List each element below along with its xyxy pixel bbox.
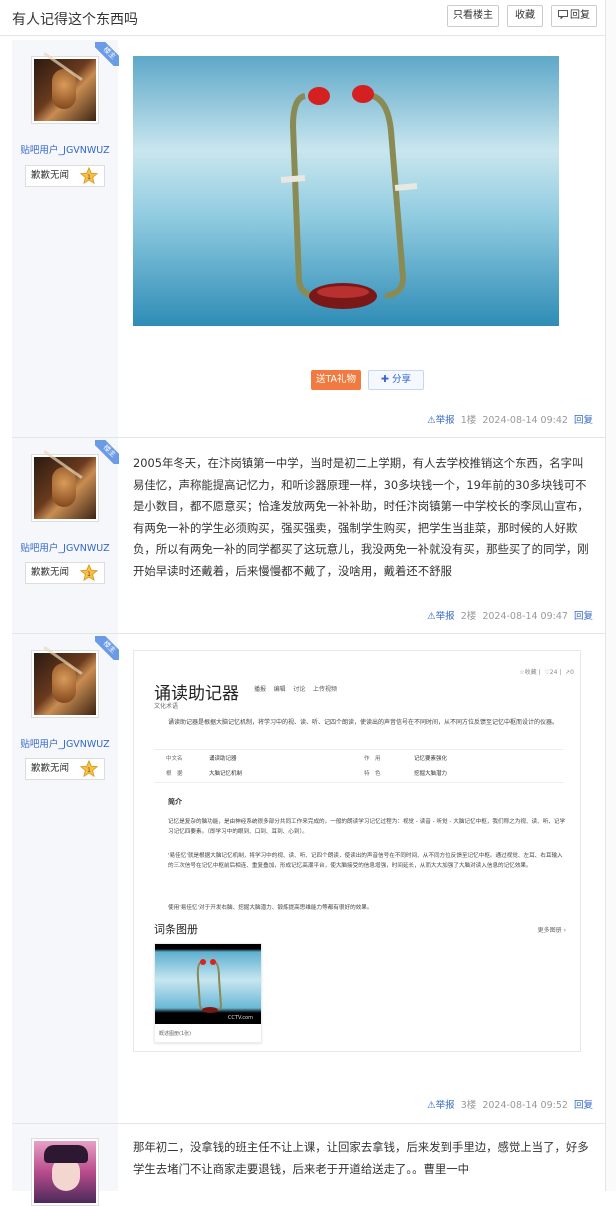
thread-header: 有人记得这个东西吗 只看楼主 收藏 回复 [0,0,616,36]
floor-number: 1楼 [460,415,477,426]
baike-para-2: '易佳忆'就是根据大脑记忆机制，将学习中的视、读、听、记四个朗读，使读出的声音信… [168,853,563,869]
level-name: 歉歉无闻 [31,763,70,774]
post-time: 2024-08-14 09:52 [482,1100,568,1111]
svg-text:1: 1 [87,767,91,774]
star-icon: 1 [80,167,98,185]
share-button[interactable]: ✚ 分享 [368,370,424,390]
level-badge[interactable]: 歉歉无闻 1 [25,165,105,187]
avatar[interactable] [31,650,99,718]
warning-icon: ⚠ [427,611,436,622]
post-floor-3: 楼主 贴吧用户_JGVNWUZ 歉歉无闻 1 诵读助记器 播报 编辑 讨论 上传… [12,634,605,1124]
baike-para-3: 使用'易佳忆'对于开发右脑、挖掘大脑潜力、锻炼提高思维能力等都有很好的效果。 [168,905,373,911]
level-name: 歉歉无闻 [31,170,70,181]
post-footer: ⚠举报 3楼 2024-08-14 09:52 回复 [427,1097,593,1111]
star-icon: 1 [80,760,98,778]
level-badge[interactable]: 歉歉无闻 1 [25,562,105,584]
post-text: 那年初二，没拿钱的班主任不让上课，让回家去拿钱，后来发到手里边，感觉上当了，好多… [133,1140,589,1176]
post-floor-1: 楼主 贴吧用户_JGVNWUZ 歉歉无闻 1 送TA礼物 ✚ 分享 ⚠举报 1楼… [12,40,605,438]
report-link[interactable]: ⚠举报 [427,611,455,622]
warning-icon: ⚠ [427,1100,436,1111]
star-icon: 1 [80,564,98,582]
plus-icon: ✚ [381,374,389,385]
svg-text:CCTV.com: CCTV.com [228,1015,253,1021]
reply-link[interactable]: 回复 [574,611,593,622]
svg-text:1: 1 [87,571,91,578]
baike-album-card[interactable]: CCTV.com 概述图册(1张) [154,943,262,1043]
share-label: 分享 [391,374,411,385]
level-badge[interactable]: 歉歉无闻 1 [25,758,105,780]
album-thumbnail: CCTV.com [155,944,261,1024]
baike-summary: 诵读助记器是根据大脑记忆机制，将学习中的视、读、听、记四个朗读，使读出的声音信号… [168,719,559,726]
level-name: 歉歉无闻 [31,567,70,578]
author-name[interactable]: 贴吧用户_JGVNWUZ [12,736,118,750]
post-floor-4: 那年初二，没拿钱的班主任不让上课，让回家去拿钱，后来发到手里边，感觉上当了，好多… [12,1124,605,1206]
collect-button[interactable]: 收藏 [507,5,543,27]
stethoscope-image [133,56,559,326]
svg-text:1: 1 [87,174,91,181]
action-broadcast[interactable]: 播报 [254,686,266,693]
post-image-baike-screenshot[interactable]: 诵读助记器 播报 编辑 讨论 上传视频 ☆收藏 | ♡24 | ↗0 文化术语 … [133,650,581,1052]
post-image-stethoscope[interactable] [133,56,559,326]
baike-para-1: 记忆是复杂的脑功能，是由神经系统很多部分共同工作来完成的。一般的朗读学习记忆过程… [168,819,566,835]
reply-button-label: 回复 [570,10,590,21]
warning-icon: ⚠ [427,415,436,426]
only-op-button[interactable]: 只看楼主 [447,5,499,27]
baike-album-title: 词条图册 [154,923,198,936]
reply-link[interactable]: 回复 [574,1100,593,1111]
avatar[interactable] [31,454,99,522]
post-time: 2024-08-14 09:42 [482,415,568,426]
reply-icon [558,10,568,20]
stethoscope-thumb-icon: CCTV.com [196,959,253,1021]
action-upload-video[interactable]: 上传视频 [313,686,337,693]
floor-number: 3楼 [460,1100,477,1111]
avatar[interactable] [31,56,99,124]
baike-subtitle: 文化术语 [154,703,179,710]
post-text: 2005年冬天，在汴岗镇第一中学，当时是初二上学期，有人去学校推销这个东西，名字… [133,456,589,578]
avatar[interactable] [31,1138,99,1206]
author-name[interactable]: 贴吧用户_JGVNWUZ [12,142,118,156]
action-edit[interactable]: 编辑 [274,686,286,693]
reply-link[interactable]: 回复 [574,415,593,426]
baike-actions: 播报 编辑 讨论 上传视频 [254,684,337,693]
baike-info-table: 中文名 诵读助记器 作 用 记忆要素强化 根 据 大脑记忆机制 特 色 挖掘大脑… [154,749,564,783]
author-name[interactable]: 贴吧用户_JGVNWUZ [12,540,118,554]
reply-button[interactable]: 回复 [551,5,597,27]
thread-title: 有人记得这个东西吗 [12,12,138,28]
post-time: 2024-08-14 09:47 [482,611,568,622]
post-floor-2: 楼主 贴吧用户_JGVNWUZ 歉歉无闻 1 2005年冬天，在汴岗镇第一中学，… [12,438,605,634]
right-panel-edge [605,0,616,1191]
baike-stats: ☆收藏 | ♡24 | ↗0 [519,669,574,676]
album-caption: 概述图册(1张) [159,1031,192,1037]
baike-more-albums[interactable]: 更多图册 › [538,925,566,934]
post-footer: ⚠举报 2楼 2024-08-14 09:47 回复 [427,608,593,622]
action-discuss[interactable]: 讨论 [293,686,305,693]
post-footer: ⚠举报 1楼 2024-08-14 09:42 回复 [427,412,593,426]
report-link[interactable]: ⚠举报 [427,1100,455,1111]
floor-number: 2楼 [460,611,477,622]
report-link[interactable]: ⚠举报 [427,415,455,426]
baike-section-title: 简介 [168,798,182,806]
send-gift-button[interactable]: 送TA礼物 [311,370,361,390]
